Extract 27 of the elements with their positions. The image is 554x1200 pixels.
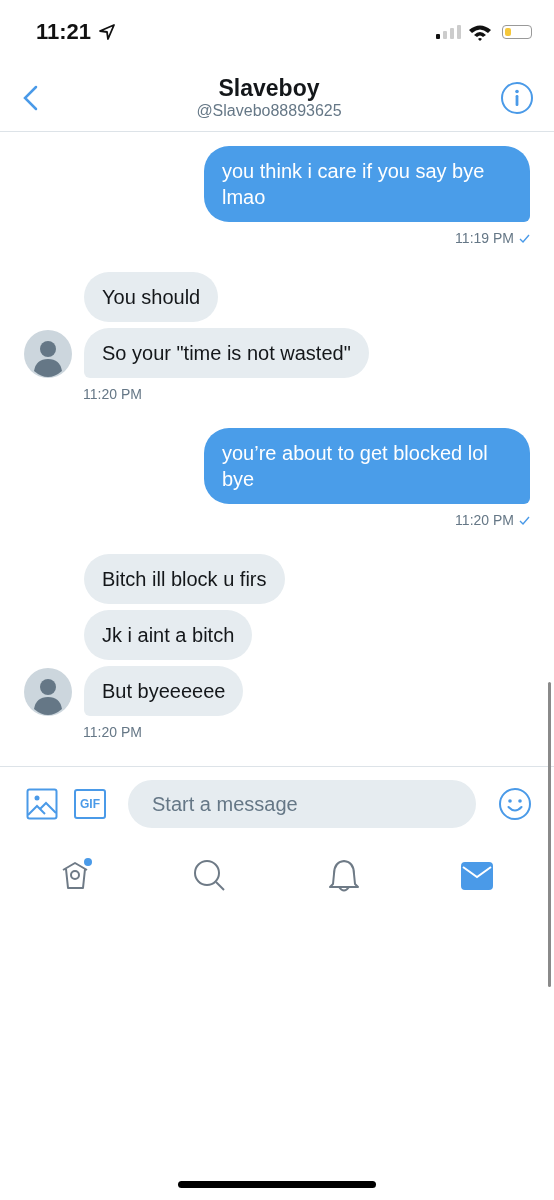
signal-icon xyxy=(436,24,462,40)
info-icon[interactable] xyxy=(500,80,534,115)
bell-tab[interactable] xyxy=(327,859,360,893)
wifi-icon xyxy=(468,23,492,41)
image-icon[interactable] xyxy=(26,788,58,820)
back-icon[interactable] xyxy=(22,84,38,111)
message-bubble: you’re about to get blocked lol bye xyxy=(204,428,530,504)
avatar-icon[interactable] xyxy=(24,330,72,378)
message-input[interactable]: Start a message xyxy=(128,780,476,828)
battery-icon xyxy=(502,25,532,39)
message-bubble: Jk i aint a bitch xyxy=(84,610,253,660)
avatar-icon[interactable] xyxy=(24,668,72,716)
contact-handle: @Slavebo88893625 xyxy=(196,102,342,120)
message-bubble: Bitch ill block u firs xyxy=(84,554,285,604)
status-time: 11:21 xyxy=(36,19,92,45)
message-bubble: You should xyxy=(84,272,219,322)
contact-name: Slaveboy xyxy=(218,75,320,102)
mail-tab[interactable] xyxy=(461,862,494,890)
message-time: 11:20 PM xyxy=(83,724,142,740)
message-time: 11:20 PM xyxy=(83,386,142,402)
emoji-icon[interactable] xyxy=(498,787,532,821)
message-bubble: But byeeeeee xyxy=(84,666,244,716)
message-time: 11:19 PM xyxy=(455,230,514,246)
gif-button[interactable]: GIF xyxy=(74,789,106,819)
message-time: 11:20 PM xyxy=(455,512,514,528)
message-bubble: So your "time is not wasted" xyxy=(84,328,369,378)
message-bubble: you think i care if you say bye lmao xyxy=(204,146,530,222)
